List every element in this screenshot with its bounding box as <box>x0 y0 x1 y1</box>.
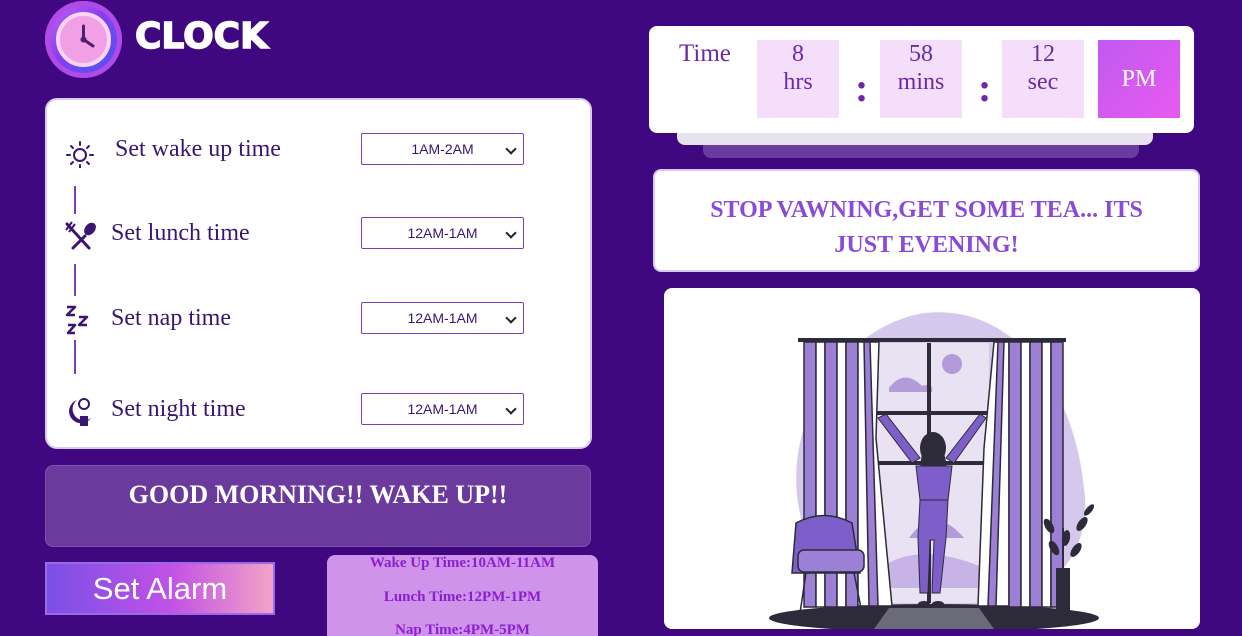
nap-time-summary: Nap Time:4PM-5PM <box>395 622 530 636</box>
nap-select[interactable]: 12AM-1AM <box>361 302 524 334</box>
night-row: Set night time 12AM-1AM <box>47 390 590 430</box>
message-card: STOP VAWNING,GET SOME TEA... ITS JUST EV… <box>653 169 1200 272</box>
night-select-value: 12AM-1AM <box>407 401 478 417</box>
lunch-time-summary: Lunch Time:12PM-1PM <box>383 589 542 605</box>
seconds-box: 12 sec <box>1002 40 1084 118</box>
app-title: CLOCK <box>134 15 269 58</box>
night-label: Set night time <box>111 396 246 422</box>
chevron-down-icon <box>505 403 517 415</box>
woman-opening-curtains-illustration <box>769 312 1099 629</box>
nap-row: Set nap time 12AM-1AM <box>47 299 590 339</box>
lunch-select-value: 12AM-1AM <box>407 225 478 241</box>
wake-up-row: Set wake up time 1AM-2AM <box>47 130 590 170</box>
hours-unit: hrs <box>783 69 813 95</box>
illustration-card <box>664 288 1200 629</box>
chevron-down-icon <box>505 143 517 155</box>
moon-icon <box>63 394 97 428</box>
chevron-down-icon <box>505 312 517 324</box>
wake-up-select[interactable]: 1AM-2AM <box>361 133 524 165</box>
set-alarm-button[interactable]: Set Alarm <box>45 562 275 615</box>
lunch-row: Set lunch time 12AM-1AM <box>47 214 590 254</box>
status-message: STOP VAWNING,GET SOME TEA... ITS JUST EV… <box>710 197 1143 258</box>
greeting-text: GOOD MORNING!! WAKE UP!! <box>128 480 508 509</box>
zzz-icon <box>63 303 97 337</box>
minutes-value: 58 <box>909 41 933 67</box>
timeline-connector <box>74 186 76 214</box>
wake-up-select-value: 1AM-2AM <box>411 141 474 157</box>
clock-face <box>56 12 111 67</box>
lunch-label: Set lunch time <box>111 220 250 246</box>
greeting-banner: GOOD MORNING!! WAKE UP!! <box>45 465 591 547</box>
minutes-unit: mins <box>897 69 945 95</box>
seconds-unit: sec <box>1027 69 1059 95</box>
time-label: Time <box>679 40 731 67</box>
utensils-icon <box>63 218 97 252</box>
lunch-select[interactable]: 12AM-1AM <box>361 217 524 249</box>
hours-box: 8 hrs <box>757 40 839 118</box>
wake-up-time-summary: Wake Up Time:10AM-11AM <box>369 555 556 571</box>
wake-up-label: Set wake up time <box>115 136 281 162</box>
sun-icon <box>63 134 97 169</box>
nap-label: Set nap time <box>111 305 231 331</box>
schedule-summary: Wake Up Time:10AM-11AM Lunch Time:12PM-1… <box>327 555 598 636</box>
current-time-display: Time 8 hrs : 58 mins : 12 sec PM <box>649 26 1194 133</box>
seconds-value: 12 <box>1031 41 1055 67</box>
night-select[interactable]: 12AM-1AM <box>361 393 524 425</box>
chevron-down-icon <box>505 227 517 239</box>
ampm-indicator: PM <box>1098 40 1180 118</box>
nap-select-value: 12AM-1AM <box>407 310 478 326</box>
alarm-settings-panel: Set wake up time 1AM-2AM Set lunch time … <box>45 98 592 449</box>
minutes-box: 58 mins <box>880 40 962 118</box>
time-separator: : <box>855 65 869 110</box>
time-separator: : <box>978 65 992 110</box>
clock-logo-icon <box>45 1 122 78</box>
hours-value: 8 <box>792 41 804 67</box>
timeline-connector <box>74 340 76 374</box>
timeline-connector <box>74 264 76 296</box>
